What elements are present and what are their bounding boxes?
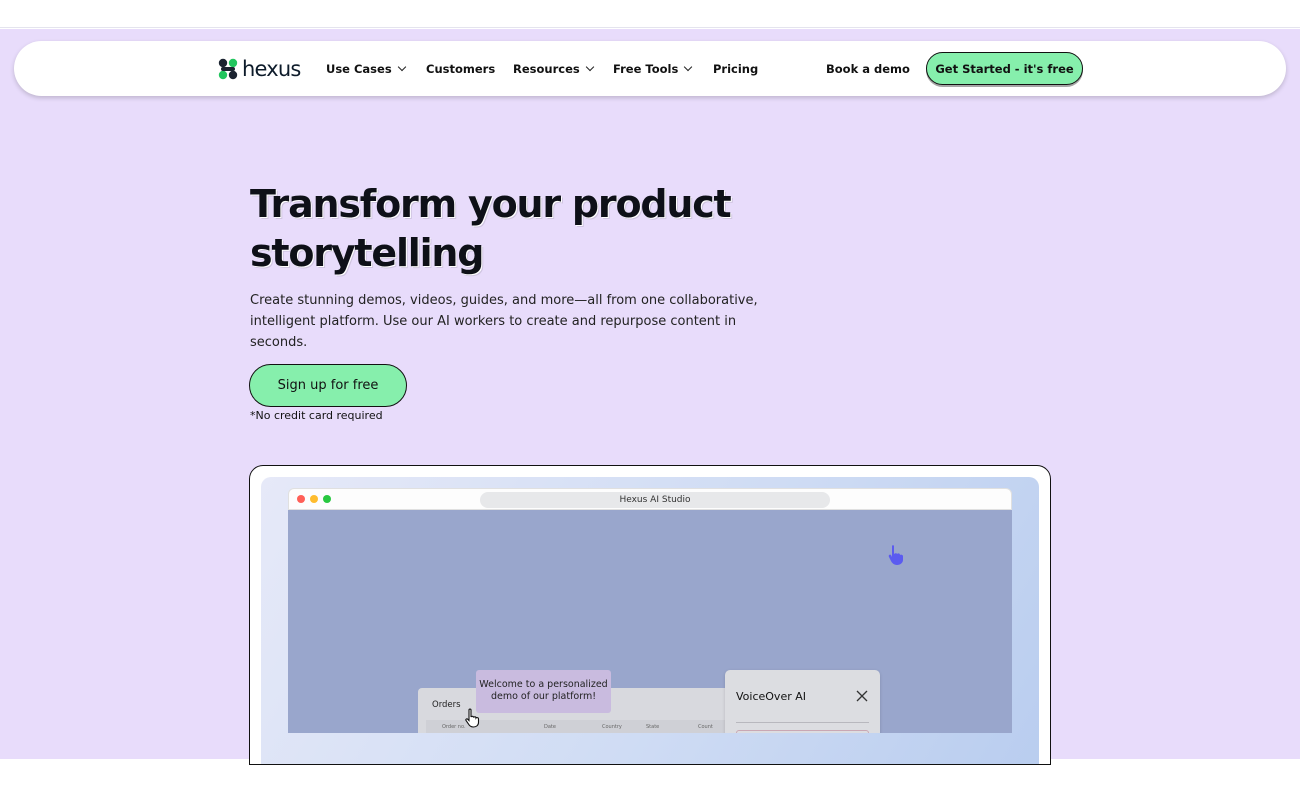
hexus-logo[interactable]: hexus <box>217 56 301 82</box>
voiceover-divider <box>736 722 869 723</box>
browser-url-bar: Hexus AI Studio <box>480 492 830 508</box>
chevron-down-icon <box>684 62 693 72</box>
nav-customers-label: Customers <box>426 62 496 76</box>
minimize-window-dot-icon <box>310 495 318 503</box>
demo-browser-window: Hexus AI Studio Orders Order no. Date Co… <box>288 488 1012 734</box>
nav-use-cases[interactable]: Use Cases <box>326 61 406 77</box>
column-header: Country <box>602 724 622 730</box>
nav-resources[interactable]: Resources <box>513 61 594 77</box>
nav-pricing[interactable]: Pricing <box>713 61 758 77</box>
nav-customers[interactable]: Customers <box>426 61 495 77</box>
top-navbar: hexus Use Cases Customers Resources Free… <box>14 41 1286 96</box>
no-credit-card-note: *No credit card required <box>250 409 383 422</box>
chevron-down-icon <box>585 62 594 72</box>
hexus-logo-icon <box>218 58 238 80</box>
column-header: Count <box>698 724 713 730</box>
hero-title: Transform your product storytelling <box>250 182 732 275</box>
demo-preview-frame: Hexus AI Studio Orders Order no. Date Co… <box>249 465 1051 765</box>
get-started-button[interactable]: Get Started - it's free <box>926 52 1083 85</box>
nav-resources-label: Resources <box>513 62 580 76</box>
close-icon[interactable] <box>855 689 869 703</box>
book-demo-link[interactable]: Book a demo <box>826 61 910 77</box>
orders-title: Orders <box>432 700 461 710</box>
demo-preview-background: Hexus AI Studio Orders Order no. Date Co… <box>261 477 1039 764</box>
column-header: Date <box>544 724 556 730</box>
voiceover-title: VoiceOver AI <box>736 690 806 703</box>
chevron-down-icon <box>397 62 406 72</box>
voiceover-input[interactable] <box>736 730 869 733</box>
close-window-dot-icon <box>297 495 305 503</box>
maximize-window-dot-icon <box>323 495 331 503</box>
hand-cursor-icon <box>465 708 480 728</box>
column-header: State <box>646 724 660 730</box>
signup-button[interactable]: Sign up for free <box>249 364 407 407</box>
nav-pricing-label: Pricing <box>713 62 759 76</box>
hero-subtitle: Create stunning demos, videos, guides, a… <box>250 293 758 350</box>
welcome-tooltip: Welcome to a personalized demo of our pl… <box>476 670 611 713</box>
nav-free-tools[interactable]: Free Tools <box>613 61 693 77</box>
voiceover-panel: VoiceOver AI <box>725 670 880 733</box>
book-demo-label: Book a demo <box>826 62 910 76</box>
nav-use-cases-label: Use Cases <box>326 62 392 76</box>
browser-title-bar: Hexus AI Studio <box>288 488 1012 510</box>
top-strip <box>0 0 1300 28</box>
nav-free-tools-label: Free Tools <box>613 62 679 76</box>
pointer-hand-icon <box>888 545 903 565</box>
brand-name: hexus <box>242 57 301 81</box>
demo-browser-viewport: Orders Order no. Date Country State Coun… <box>288 510 1012 733</box>
column-header: Order no. <box>442 724 466 730</box>
